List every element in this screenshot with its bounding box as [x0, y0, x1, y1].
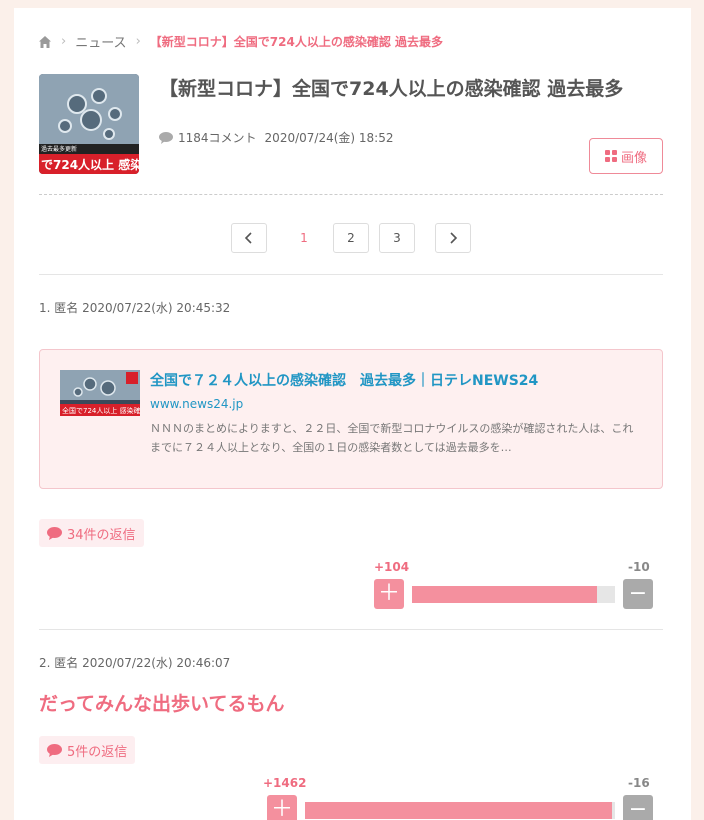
minus-vote-button[interactable]: −	[623, 795, 653, 820]
article-thumbnail[interactable]: 過去最多更新 で724人以上 感染	[39, 74, 139, 174]
page-2[interactable]: 2	[333, 223, 369, 253]
comment-body: だってみんな出歩いてるもん	[39, 693, 285, 715]
vote-ratio-fill	[412, 586, 597, 603]
plus-count: +104	[374, 560, 410, 574]
reply-count: 5件の返信	[67, 744, 128, 760]
next-page-button[interactable]	[435, 223, 471, 253]
link-thumbnail: 全国で724人以上 感染確認	[60, 370, 140, 416]
thumb-small-text: 過去最多更新	[41, 145, 77, 153]
speech-bubble-icon	[47, 743, 62, 757]
breadcrumb: › ニュース › 【新型コロナ】全国で724人以上の感染確認 過去最多	[38, 32, 443, 51]
plus-count: +1462	[263, 776, 307, 790]
article-title: 【新型コロナ】全国で724人以上の感染確認 過去最多	[159, 78, 624, 100]
chevron-left-icon	[244, 232, 252, 244]
image-button-label: 画像	[620, 150, 647, 166]
minus-icon: −	[628, 797, 648, 820]
prev-page-button[interactable]	[231, 223, 267, 253]
vote-ratio-bar	[412, 586, 615, 603]
comment-icon	[159, 131, 173, 144]
article-date: 2020/07/24(金) 18:52	[264, 131, 394, 145]
plus-vote-button[interactable]: ＋	[374, 579, 404, 609]
pagination: 1 2 3	[14, 223, 691, 253]
link-preview-card[interactable]: 全国で724人以上 感染確認 全国で７２４人以上の感染確認 過去最多｜日テレNE…	[39, 349, 663, 489]
plus-vote-button[interactable]: ＋	[267, 795, 297, 820]
minus-count: -16	[628, 776, 650, 790]
page-1[interactable]: 1	[286, 223, 322, 253]
reply-count: 34件の返信	[67, 527, 136, 543]
image-button[interactable]: 画像	[589, 138, 663, 174]
reply-button[interactable]: 34件の返信	[39, 519, 144, 547]
plus-icon: ＋	[377, 581, 400, 606]
divider	[39, 274, 663, 275]
minus-count: -10	[628, 560, 650, 574]
breadcrumb-current: 【新型コロナ】全国で724人以上の感染確認 過去最多	[149, 35, 443, 49]
link-description: ＮＮＮのまとめによりますと、２２日、全国で新型コロナウイルスの感染が確認された人…	[150, 422, 634, 454]
minus-icon: −	[628, 581, 648, 606]
article-meta: 1184コメント 2020/07/24(金) 18:52	[159, 129, 393, 146]
comment-header: 1. 匿名 2020/07/22(水) 20:45:32	[39, 301, 231, 315]
home-icon[interactable]	[38, 35, 52, 49]
vote-ratio-fill	[305, 802, 612, 819]
link-title[interactable]: 全国で７２４人以上の感染確認 過去最多｜日テレNEWS24	[150, 370, 538, 390]
page-3[interactable]: 3	[379, 223, 415, 253]
comment-count[interactable]: 1184コメント	[178, 129, 257, 146]
reply-button[interactable]: 5件の返信	[39, 736, 136, 764]
chevron-right-icon	[450, 232, 458, 244]
divider	[39, 194, 663, 195]
plus-icon: ＋	[270, 797, 293, 820]
grid-icon	[604, 150, 617, 162]
link-url[interactable]: www.news24.jp	[150, 397, 243, 411]
chevron-right-icon: ›	[135, 34, 141, 49]
vote-ratio-bar	[305, 802, 615, 819]
comment-header: 2. 匿名 2020/07/22(水) 20:46:07	[39, 656, 231, 670]
speech-bubble-icon	[47, 526, 62, 540]
chevron-right-icon: ›	[61, 34, 67, 49]
minus-vote-button[interactable]: −	[623, 579, 653, 609]
link-thumb-caption: 全国で724人以上 感染確認	[62, 406, 140, 415]
main-card: › ニュース › 【新型コロナ】全国で724人以上の感染確認 過去最多 過去最多…	[14, 8, 691, 820]
divider	[39, 629, 663, 630]
thumb-caption: で724人以上 感染	[41, 157, 139, 172]
breadcrumb-item-news[interactable]: ニュース	[75, 32, 126, 51]
